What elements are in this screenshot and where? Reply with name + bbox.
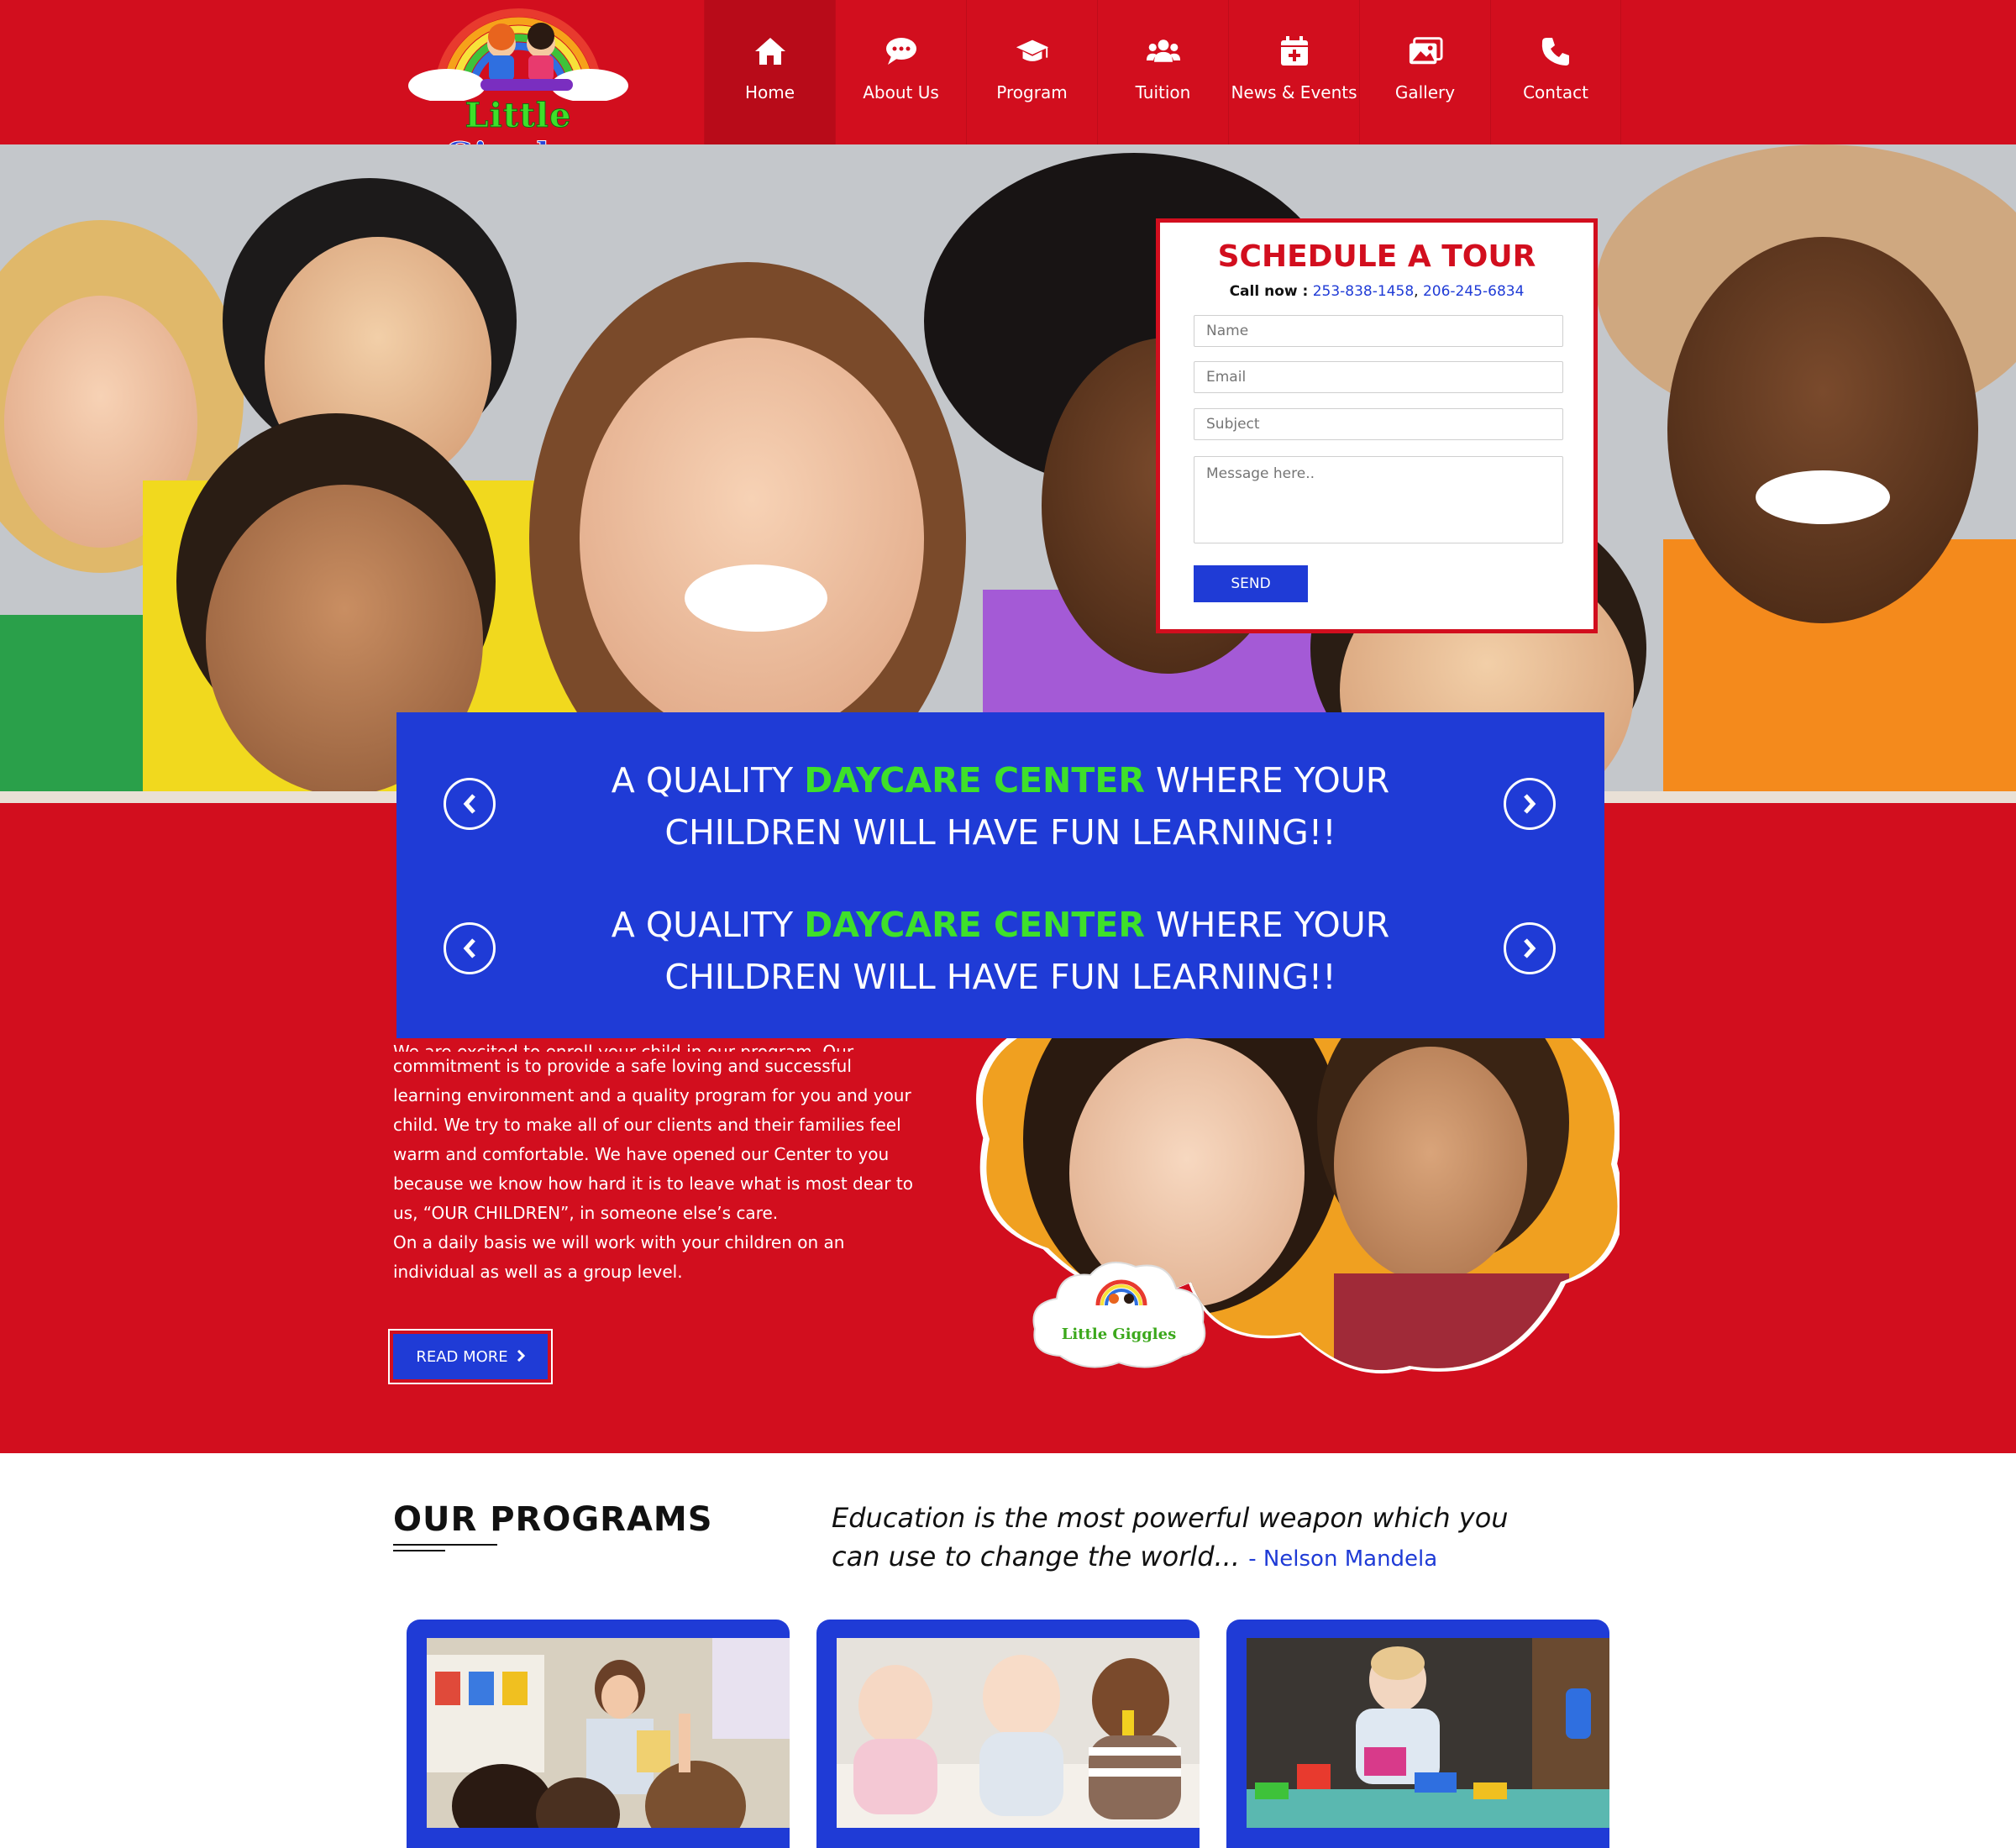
site-header: Little Giggles Home About Us Program bbox=[0, 0, 2016, 176]
chevron-left-icon bbox=[463, 938, 475, 958]
phone-separator: , bbox=[1414, 283, 1419, 300]
call-label: Call now : bbox=[1229, 283, 1309, 300]
program-card[interactable] bbox=[407, 1620, 790, 1848]
toddler-blocks-photo bbox=[1247, 1638, 1609, 1828]
program-card-image bbox=[427, 1638, 790, 1828]
nav-item-program[interactable]: Program bbox=[966, 0, 1097, 144]
calendar-plus-icon bbox=[1277, 34, 1312, 69]
email-input[interactable] bbox=[1194, 361, 1563, 393]
nav-item-home[interactable]: Home bbox=[704, 0, 835, 144]
banner-text-pre: A QUALITY bbox=[611, 760, 805, 801]
hero-children-photo bbox=[0, 144, 2016, 803]
users-group-icon bbox=[1146, 34, 1181, 69]
banner-text: A QUALITY DAYCARE CENTER WHERE YOUR CHIL… bbox=[564, 899, 1436, 1003]
banner-text-post: WHERE YOUR bbox=[1144, 760, 1390, 801]
banner-text: A QUALITY DAYCARE CENTER WHERE YOUR CHIL… bbox=[564, 754, 1436, 858]
title-underline-short bbox=[393, 1550, 445, 1551]
hero-image bbox=[0, 144, 2016, 803]
chevron-right-icon bbox=[1524, 794, 1536, 814]
subject-input[interactable] bbox=[1194, 408, 1563, 440]
tour-call-line: Call now : 253-838-1458, 206-245-6834 bbox=[1160, 283, 1593, 300]
program-card[interactable] bbox=[1226, 1620, 1609, 1848]
banner-text-line2: CHILDREN WILL HAVE FUN LEARNING!! bbox=[664, 812, 1336, 853]
graduation-cap-icon bbox=[1015, 34, 1050, 69]
badge-cloud: Little Giggles bbox=[1026, 1255, 1211, 1373]
nav-label: Home bbox=[744, 82, 795, 102]
chevron-right-icon bbox=[1524, 938, 1536, 958]
banner-text-pre: A QUALITY bbox=[611, 905, 805, 945]
title-underline bbox=[393, 1544, 497, 1546]
tagline-banner: A QUALITY DAYCARE CENTER WHERE YOUR CHIL… bbox=[396, 712, 1604, 1038]
phone-link-1[interactable]: 253-838-1458 bbox=[1313, 283, 1414, 300]
program-card[interactable] bbox=[816, 1620, 1200, 1848]
banner-highlight: DAYCARE CENTER bbox=[804, 905, 1145, 945]
nav-label: Contact bbox=[1523, 82, 1588, 102]
banner-text-post: WHERE YOUR bbox=[1144, 905, 1390, 945]
banner-slide-1: A QUALITY DAYCARE CENTER WHERE YOUR CHIL… bbox=[396, 746, 1604, 864]
chat-bubble-icon bbox=[884, 34, 919, 69]
message-textarea[interactable] bbox=[1194, 456, 1563, 543]
nav-label: News & Events bbox=[1231, 82, 1357, 102]
banner-prev-button[interactable] bbox=[444, 922, 496, 974]
about-photo-blob: Little Giggles bbox=[973, 1026, 1624, 1376]
logo-rainbow-kids-icon bbox=[408, 8, 628, 102]
chevron-right-icon bbox=[517, 1348, 525, 1366]
nav-item-tuition[interactable]: Tuition bbox=[1097, 0, 1228, 144]
banner-next-button[interactable] bbox=[1504, 922, 1556, 974]
nav-item-gallery[interactable]: Gallery bbox=[1359, 0, 1490, 144]
program-card-image bbox=[837, 1638, 1200, 1828]
quote-author: - Nelson Mandela bbox=[1248, 1546, 1438, 1572]
read-more-button[interactable]: READ MORE bbox=[388, 1329, 553, 1384]
read-more-inner: READ MORE bbox=[393, 1334, 548, 1379]
read-more-label: READ MORE bbox=[416, 1347, 508, 1366]
nav-label: Tuition bbox=[1135, 82, 1191, 102]
phone-link-2[interactable]: 206-245-6834 bbox=[1423, 283, 1524, 300]
programs-title: OUR PROGRAMS bbox=[393, 1500, 713, 1539]
nav-label: Gallery bbox=[1394, 82, 1456, 102]
tour-title: SCHEDULE A TOUR bbox=[1217, 239, 1536, 274]
main-nav: Home About Us Program Tuition News & Eve… bbox=[704, 0, 1621, 144]
program-card-image bbox=[1247, 1638, 1609, 1828]
classroom-photo bbox=[427, 1638, 790, 1828]
logo-word-little: Little bbox=[465, 96, 572, 136]
about-paragraph-2: On a daily basis we will work with your … bbox=[393, 1232, 845, 1282]
nav-label: Program bbox=[996, 82, 1068, 102]
programs-quote: Education is the most powerful weapon wh… bbox=[832, 1499, 1537, 1578]
about-paragraph-1: commitment is to provide a safe loving a… bbox=[393, 1056, 913, 1223]
banner-prev-button[interactable] bbox=[444, 778, 496, 830]
site-logo[interactable]: Little Giggles bbox=[388, 8, 648, 176]
images-icon bbox=[1408, 34, 1443, 69]
nav-item-about-us[interactable]: About Us bbox=[835, 0, 966, 144]
banner-text-line2: CHILDREN WILL HAVE FUN LEARNING!! bbox=[664, 957, 1336, 997]
home-icon bbox=[753, 34, 788, 69]
about-text: We are excited to enroll your child in o… bbox=[393, 1042, 922, 1287]
nav-label: About Us bbox=[863, 82, 939, 102]
badge-text: Little Giggles bbox=[1061, 1326, 1177, 1343]
nav-item-news-events[interactable]: News & Events bbox=[1228, 0, 1359, 144]
schedule-tour-form: SCHEDULE A TOUR Call now : 253-838-1458,… bbox=[1156, 218, 1598, 633]
banner-slide-2: A QUALITY DAYCARE CENTER WHERE YOUR CHIL… bbox=[396, 890, 1604, 1008]
send-button[interactable]: SEND bbox=[1194, 565, 1308, 602]
name-input[interactable] bbox=[1194, 315, 1563, 347]
banner-next-button[interactable] bbox=[1504, 778, 1556, 830]
banner-highlight: DAYCARE CENTER bbox=[804, 760, 1145, 801]
chevron-left-icon bbox=[463, 794, 475, 814]
phone-icon bbox=[1538, 34, 1573, 69]
babies-photo bbox=[837, 1638, 1200, 1828]
nav-item-contact[interactable]: Contact bbox=[1490, 0, 1621, 144]
cloud-badge-icon bbox=[1032, 1261, 1206, 1368]
